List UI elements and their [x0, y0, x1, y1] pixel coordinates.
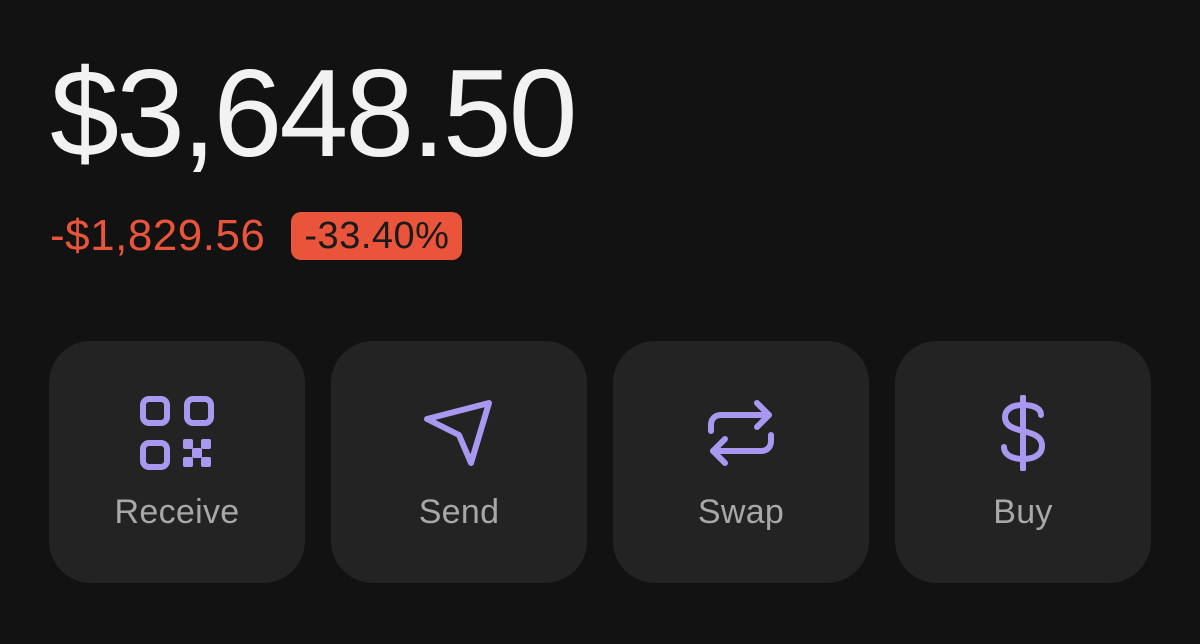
send-label: Send — [418, 493, 500, 531]
swap-button[interactable]: Swap — [613, 341, 869, 583]
swap-arrows-icon — [703, 395, 779, 471]
buy-button[interactable]: Buy — [895, 341, 1151, 583]
action-buttons: Receive Send Swap Buy — [49, 341, 1151, 583]
buy-label: Buy — [993, 493, 1053, 531]
dollar-sign-icon — [985, 395, 1061, 471]
send-button[interactable]: Send — [331, 341, 587, 583]
change-percent-badge: -33.40% — [291, 212, 463, 260]
balance-amount: $3,648.50 — [50, 45, 578, 183]
qr-code-icon — [139, 395, 215, 471]
receive-button[interactable]: Receive — [49, 341, 305, 583]
change-amount: -$1,829.56 — [50, 211, 266, 260]
balance-change: -$1,829.56 -33.40% — [50, 208, 463, 264]
send-arrow-icon — [421, 395, 497, 471]
receive-label: Receive — [114, 493, 240, 531]
swap-label: Swap — [697, 493, 785, 531]
